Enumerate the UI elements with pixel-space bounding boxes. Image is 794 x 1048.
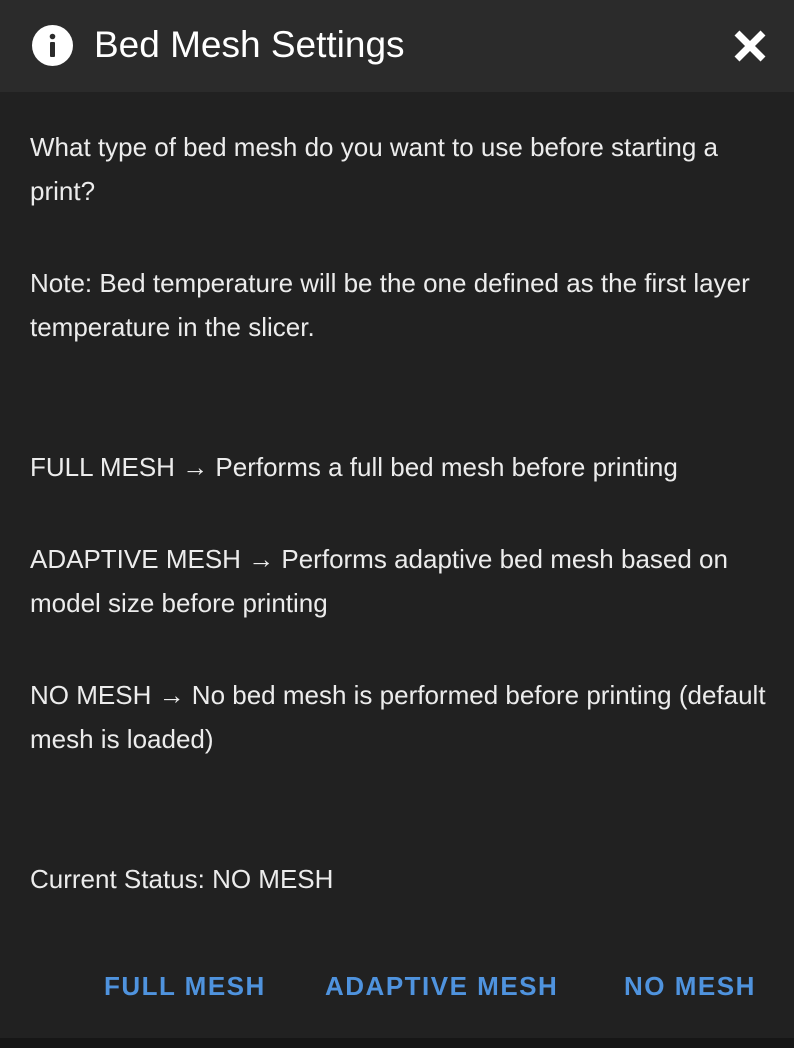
option-full-mesh-description: FULL MESH → Performs a full bed mesh bef… <box>30 452 678 482</box>
current-status-text: Current Status: NO MESH <box>30 864 334 894</box>
adaptive-mesh-button[interactable]: ADAPTIVE MESH <box>325 962 558 1010</box>
option-no-mesh-description: NO MESH → No bed mesh is performed befor… <box>30 680 766 754</box>
info-icon <box>32 25 73 66</box>
dialog-title-bar: Bed Mesh Settings <box>0 0 794 92</box>
bed-mesh-dialog: Bed Mesh Settings What type of bed mesh … <box>0 0 794 1038</box>
note-text: Note: Bed temperature will be the one de… <box>30 268 750 342</box>
option-adaptive-mesh-description: ADAPTIVE MESH → Performs adaptive bed me… <box>30 544 728 618</box>
question-text: What type of bed mesh do you want to use… <box>30 132 718 206</box>
full-mesh-button[interactable]: FULL MESH <box>104 962 266 1010</box>
no-mesh-button[interactable]: NO MESH <box>624 962 756 1010</box>
dialog-title: Bed Mesh Settings <box>94 24 405 65</box>
close-icon[interactable] <box>730 26 770 66</box>
